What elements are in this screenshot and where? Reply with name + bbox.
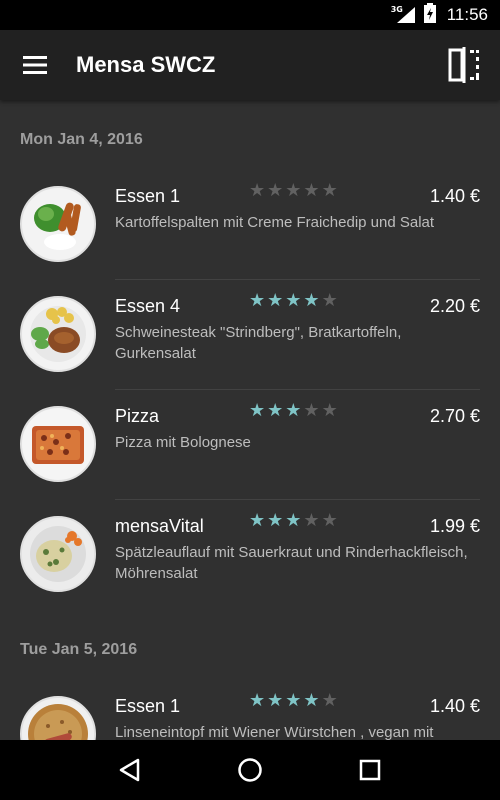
status-bar: 3G 11:56 bbox=[0, 0, 500, 30]
navigation-bar bbox=[0, 740, 500, 800]
recents-square-icon[interactable] bbox=[340, 740, 400, 800]
rating-stars[interactable]: ★ ★ ★ ★ ★ bbox=[249, 292, 338, 310]
day-header: Tue Jan 5, 2016 bbox=[20, 641, 138, 658]
app-title: Mensa SWCZ bbox=[76, 52, 216, 77]
meal-description: Linseneintopf mit Wiener Würstchen , veg… bbox=[115, 724, 434, 740]
star-icon[interactable]: ★ bbox=[285, 182, 301, 200]
star-icon[interactable]: ★ bbox=[322, 692, 338, 710]
meal-name: Essen 1 bbox=[115, 696, 181, 716]
meal-photo bbox=[20, 516, 96, 592]
meal-name: Essen 1 bbox=[115, 186, 181, 206]
network-type: 3G bbox=[390, 5, 403, 14]
battery-icon bbox=[423, 3, 437, 27]
meal-name: Essen 4 bbox=[115, 296, 181, 316]
meal-item[interactable]: mensaVital ★ ★ ★ ★ ★ 1.99 € Spätzleauflauf m… bbox=[0, 500, 500, 610]
meal-price: 2.20 € bbox=[429, 296, 480, 316]
meal-list[interactable]: Mon Jan 4, 2016 Essen 1 ★ ★ ★ ★ ★ 1.40 € Kar… bbox=[0, 100, 500, 740]
rating-stars[interactable]: ★ ★ ★ ★ ★ bbox=[249, 182, 338, 200]
signal-icon: 3G bbox=[391, 5, 417, 25]
meal-photo bbox=[20, 696, 96, 740]
meal-description: Spätzleauflauf mit Sauerkraut und Rinder… bbox=[115, 544, 468, 582]
meal-price: 1.99 € bbox=[429, 516, 480, 536]
meal-description: Pizza mit Bolognese bbox=[115, 434, 251, 451]
meal-description: Kartoffelspalten mit Creme Fraichedip un… bbox=[115, 214, 435, 231]
meal-name: mensaVital bbox=[115, 516, 204, 536]
star-icon[interactable]: ★ bbox=[249, 402, 265, 420]
star-icon[interactable]: ★ bbox=[249, 512, 265, 530]
meal-item[interactable]: Essen 4 ★ ★ ★ ★ ★ 2.20 € Schweinesteak "Stri… bbox=[0, 280, 500, 390]
star-icon[interactable]: ★ bbox=[267, 292, 283, 310]
star-icon[interactable]: ★ bbox=[322, 512, 338, 530]
hamburger-menu-icon[interactable] bbox=[0, 30, 70, 100]
meal-item[interactable]: Pizza ★ ★ ★ ★ ★ 2.70 € Pizza mit Bolognese bbox=[0, 390, 500, 500]
meal-price: 2.70 € bbox=[429, 406, 480, 426]
star-icon[interactable]: ★ bbox=[322, 402, 338, 420]
star-icon[interactable]: ★ bbox=[303, 402, 319, 420]
meal-photo bbox=[20, 186, 96, 262]
meal-price: 1.40 € bbox=[429, 696, 480, 716]
star-icon[interactable]: ★ bbox=[285, 692, 301, 710]
star-icon[interactable]: ★ bbox=[285, 292, 301, 310]
app-bar: Mensa SWCZ bbox=[0, 30, 500, 100]
star-icon[interactable]: ★ bbox=[303, 182, 319, 200]
star-icon[interactable]: ★ bbox=[285, 402, 301, 420]
rating-stars[interactable]: ★ ★ ★ ★ ★ bbox=[249, 692, 338, 710]
meal-name: Pizza bbox=[115, 406, 160, 426]
star-icon[interactable]: ★ bbox=[267, 402, 283, 420]
star-icon[interactable]: ★ bbox=[303, 292, 319, 310]
star-icon[interactable]: ★ bbox=[249, 182, 265, 200]
status-time: 11:56 bbox=[446, 5, 488, 24]
star-icon[interactable]: ★ bbox=[249, 692, 265, 710]
back-triangle-icon[interactable] bbox=[100, 740, 160, 800]
star-icon[interactable]: ★ bbox=[267, 182, 283, 200]
star-icon[interactable]: ★ bbox=[249, 292, 265, 310]
day-header: Mon Jan 4, 2016 bbox=[20, 131, 143, 148]
star-icon[interactable]: ★ bbox=[285, 512, 301, 530]
rating-stars[interactable]: ★ ★ ★ ★ ★ bbox=[249, 402, 338, 420]
star-icon[interactable]: ★ bbox=[303, 692, 319, 710]
meal-photo bbox=[20, 296, 96, 372]
meal-item[interactable]: Essen 1 ★ ★ ★ ★ ★ 1.40 € Kartoffelspalten mi… bbox=[0, 170, 500, 280]
star-icon[interactable]: ★ bbox=[267, 692, 283, 710]
meal-price: 1.40 € bbox=[429, 186, 480, 206]
home-circle-icon[interactable] bbox=[220, 740, 280, 800]
star-icon[interactable]: ★ bbox=[303, 512, 319, 530]
meal-photo bbox=[20, 406, 96, 482]
split-view-icon[interactable] bbox=[434, 30, 494, 100]
meal-item[interactable]: Essen 1 ★ ★ ★ ★ ★ 1.40 € Linseneintopf mit W… bbox=[0, 680, 500, 740]
meal-description: Schweinesteak "Strindberg", Bratkartoffe… bbox=[115, 324, 402, 362]
rating-stars[interactable]: ★ ★ ★ ★ ★ bbox=[249, 512, 338, 530]
star-icon[interactable]: ★ bbox=[322, 292, 338, 310]
star-icon[interactable]: ★ bbox=[267, 512, 283, 530]
star-icon[interactable]: ★ bbox=[322, 182, 338, 200]
